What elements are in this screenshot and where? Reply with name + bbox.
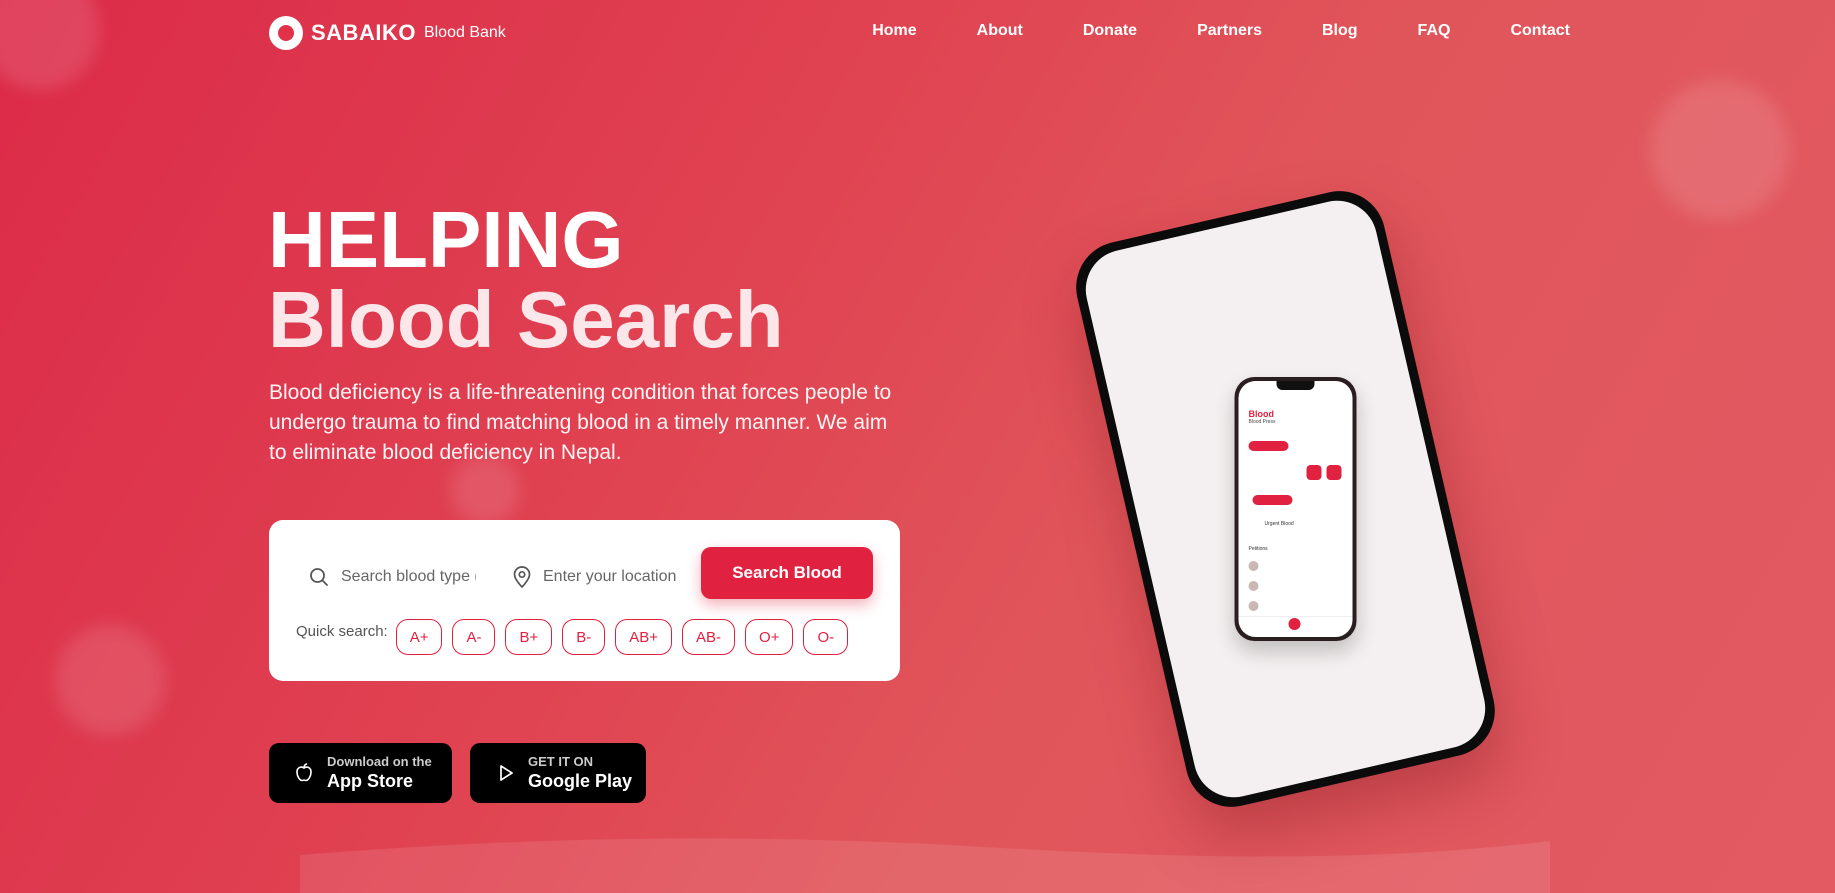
google-play-label: Google Play <box>528 771 633 791</box>
app-preview-subtitle: Blood Press <box>1248 419 1276 426</box>
app-preview-phone: Blood Blood Press Urgent Blood Petitions <box>1234 377 1357 642</box>
search-icon <box>310 568 328 586</box>
search-blood-button[interactable]: Search Blood <box>701 547 873 599</box>
nav-link-blog[interactable]: Blog <box>1322 22 1358 40</box>
bg-blob <box>1650 80 1790 220</box>
app-preview-avatar <box>1248 561 1259 572</box>
google-play-small-text: GET IT ON <box>528 754 593 769</box>
quick-chip-a-neg[interactable]: A- <box>452 619 496 655</box>
location-field <box>513 560 680 594</box>
play-icon <box>500 765 513 781</box>
app-preview-pill <box>1248 441 1289 452</box>
hero-title-line1: HELPING <box>268 195 624 284</box>
app-store-label: App Store <box>327 771 414 791</box>
phone-screen: Blood Blood Press Urgent Blood Petitions <box>1077 192 1494 806</box>
quick-chip-b-pos[interactable]: B+ <box>505 619 553 655</box>
app-preview-title: Blood <box>1248 409 1275 420</box>
nav-link-contact[interactable]: Contact <box>1510 22 1570 40</box>
quick-search-label: Quick search: <box>296 622 388 640</box>
quick-chip-o-pos[interactable]: O+ <box>745 619 794 655</box>
app-preview-action <box>1306 465 1322 481</box>
hero-title-line2: Blood Search <box>268 275 784 364</box>
nav-link-about[interactable]: About <box>977 22 1023 40</box>
app-preview-action <box>1326 465 1342 481</box>
quick-chip-ab-neg[interactable]: AB- <box>682 619 736 655</box>
app-store-small-text: Download on the <box>327 754 432 769</box>
nav-menu: Home About Donate Partners Blog FAQ Cont… <box>812 22 1570 40</box>
quick-search: Quick search: A+ A- B+ B- AB+ AB- O+ O- <box>296 619 858 655</box>
brand-tagline: Blood Bank <box>423 24 506 41</box>
brand-logo[interactable]: SABAIKO Blood Bank <box>269 16 506 50</box>
nav-link-donate[interactable]: Donate <box>1083 22 1137 40</box>
phone-mockup: Blood Blood Press Urgent Blood Petitions <box>1067 181 1504 817</box>
brand-name: SABAIKO <box>311 20 416 45</box>
app-preview-requests-heading: Petitions <box>1248 546 1268 553</box>
blood-type-field <box>309 560 478 594</box>
app-preview-tabbar <box>1238 616 1353 638</box>
quick-chip-a-pos[interactable]: A+ <box>395 619 443 655</box>
hero-description: Blood deficiency is a life-threatening c… <box>269 381 892 464</box>
bottom-wave <box>300 838 1550 893</box>
quick-chip-b-neg[interactable]: B- <box>562 619 606 655</box>
app-preview-avatar <box>1248 601 1259 612</box>
search-card: Search Blood Quick search: A+ A- B+ B- A… <box>269 520 900 681</box>
nav-link-partners[interactable]: Partners <box>1197 22 1262 40</box>
nav-link-faq[interactable]: FAQ <box>1418 22 1451 40</box>
top-navbar: SABAIKO Blood Bank Home About Donate Par… <box>0 0 1835 68</box>
app-preview-pill <box>1252 495 1293 506</box>
app-preview-center-tab <box>1288 618 1301 631</box>
phone-notch <box>1276 381 1315 391</box>
quick-chip-o-neg[interactable]: O- <box>803 619 849 655</box>
bg-blob <box>55 625 165 735</box>
app-preview-avatar <box>1248 581 1259 592</box>
blood-type-search-input[interactable] <box>339 567 478 587</box>
google-play-button[interactable]: GET IT ON Google Play <box>470 743 646 803</box>
logo-ring-icon <box>269 16 303 50</box>
app-preview-screen: Blood Blood Press Urgent Blood Petitions <box>1238 381 1353 638</box>
app-preview-urgent-heading: Urgent Blood <box>1264 521 1294 528</box>
apple-icon <box>296 763 312 782</box>
nav-link-home[interactable]: Home <box>872 22 916 40</box>
quick-chip-ab-pos[interactable]: AB+ <box>615 619 673 655</box>
location-input[interactable] <box>541 567 680 587</box>
app-store-button[interactable]: Download on the App Store <box>269 743 452 803</box>
location-pin-icon <box>513 566 531 588</box>
